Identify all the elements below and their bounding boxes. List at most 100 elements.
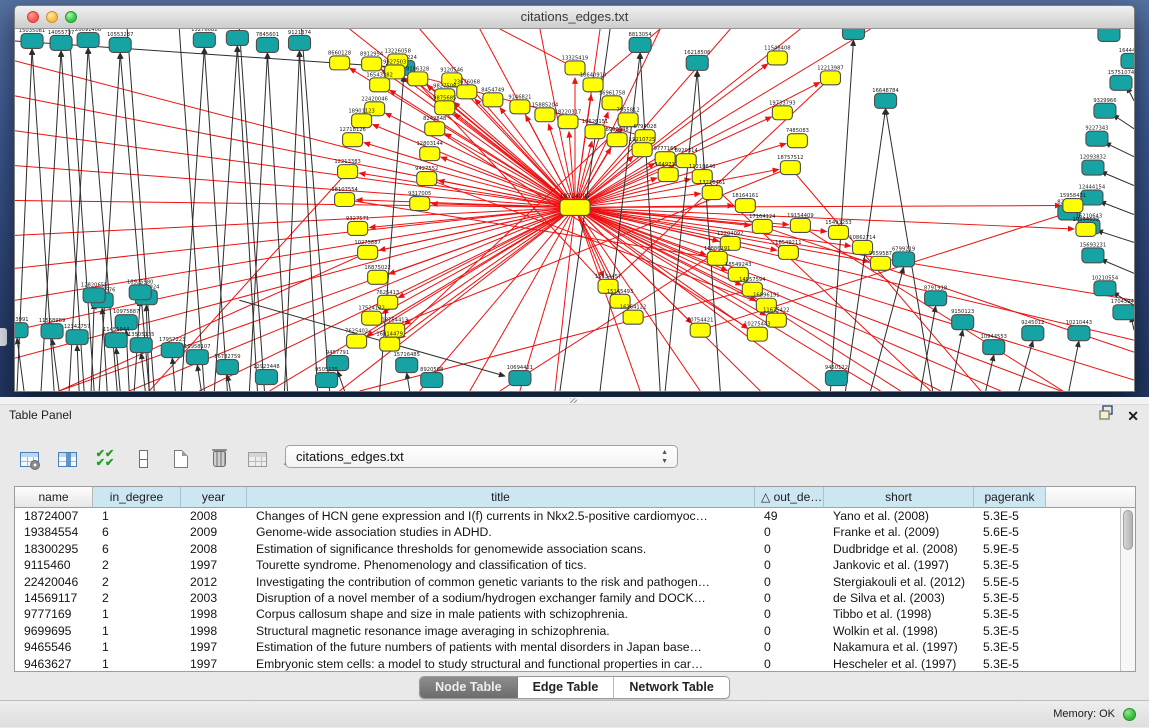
teal-node-9245012[interactable]: 9245012 [1021, 320, 1044, 340]
cell-title[interactable]: Estimation of significance thresholds fo… [247, 541, 755, 557]
yellow-node-18640910[interactable]: 18640910 [580, 72, 606, 91]
yellow-node-9427552[interactable]: 9427552 [415, 166, 438, 185]
cell-out_de[interactable]: 49 [755, 508, 824, 524]
table-row[interactable]: 969969511998Structural magnetic resonanc… [15, 623, 1120, 639]
teal-node-11451944[interactable]: 11451944 [103, 327, 130, 347]
teal-node-8813054[interactable]: 8813054 [629, 32, 653, 52]
cell-short[interactable]: Nakamura et al. (1997) [824, 639, 974, 655]
yellow-node-18549211[interactable]: 18549211 [775, 240, 801, 259]
table-row[interactable]: 977716911998Corpus callosum shape and si… [15, 606, 1120, 622]
yellow-node-18757512[interactable]: 18757512 [777, 155, 803, 174]
cell-out_de[interactable]: 0 [755, 623, 824, 639]
yellow-node-23676068[interactable]: 23676068 [454, 79, 480, 98]
teal-node-17957223[interactable]: 17957223 [159, 337, 185, 357]
yellow-node-16875022[interactable]: 16875022 [364, 265, 390, 284]
tab-edge-table[interactable]: Edge Table [518, 677, 615, 698]
cell-year[interactable]: 1997 [181, 557, 247, 573]
yellow-node-7485083[interactable]: 7485083 [786, 128, 809, 147]
column-header-year[interactable]: year [181, 487, 247, 508]
cell-out_de[interactable]: 0 [755, 590, 824, 606]
cell-name[interactable]: 9465546 [15, 639, 93, 655]
cell-name[interactable]: 9699695 [15, 623, 93, 639]
cell-pagerank[interactable]: 5.3E-5 [974, 508, 1046, 524]
cell-pagerank[interactable]: 5.5E-5 [974, 574, 1046, 590]
cell-out_de[interactable]: 0 [755, 541, 824, 557]
teal-node-15035081[interactable]: 15035081 [19, 29, 45, 48]
yellow-node-18626151[interactable]: 18626151 [582, 119, 608, 138]
cell-name[interactable]: 19384554 [15, 524, 93, 540]
cell-short[interactable]: Jankovic et al. (1997) [824, 557, 974, 573]
column-header-short[interactable]: short [824, 487, 974, 508]
cell-title[interactable]: Structural magnetic resonance image aver… [247, 623, 755, 639]
yellow-node-19210725[interactable]: 19210725 [629, 137, 655, 156]
cell-in_degree[interactable]: 1 [93, 656, 181, 671]
yellow-node-17164124[interactable]: 17164124 [749, 214, 776, 233]
yellow-node-13216461[interactable]: 13216461 [699, 180, 725, 199]
zoom-window-button[interactable] [65, 11, 77, 23]
teal-node-12654393[interactable]: 12654393 [840, 29, 866, 39]
cell-name[interactable]: 9115460 [15, 557, 93, 573]
cell-pagerank[interactable]: 5.3E-5 [974, 639, 1046, 655]
yellow-node-11548408[interactable]: 11548408 [764, 45, 790, 64]
yellow-node-10844622[interactable]: 10844622 [1073, 217, 1099, 236]
yellow-node-16543382[interactable]: 16543382 [366, 72, 392, 91]
column-header-in_degree[interactable]: in_degree [93, 487, 181, 508]
cell-out_de[interactable]: 0 [755, 606, 824, 622]
column-chooser-button[interactable] [54, 446, 80, 472]
teal-node-12820655[interactable]: 12820655 [81, 282, 107, 302]
select-all-button[interactable]: ✔✔✔✔ [92, 446, 118, 472]
cell-pagerank[interactable]: 5.3E-5 [974, 590, 1046, 606]
cell-short[interactable]: Tibbo et al. (1998) [824, 606, 974, 622]
yellow-node-18107554[interactable]: 18107554 [331, 187, 358, 206]
cell-in_degree[interactable]: 6 [93, 524, 181, 540]
cell-title[interactable]: Changes of HCN gene expression and I(f) … [247, 508, 755, 524]
teal-node-10553287[interactable]: 10553287 [107, 32, 133, 52]
table-row[interactable]: 1872400712008Changes of HCN gene express… [15, 508, 1120, 524]
tab-node-table[interactable]: Node Table [420, 677, 517, 698]
cell-name[interactable]: 9777169 [15, 606, 93, 622]
teal-node-10210443[interactable]: 10210443 [1066, 320, 1092, 340]
teal-node-9505135[interactable]: 9505135 [315, 367, 338, 387]
teal-node-14055737[interactable]: 14055737 [48, 30, 74, 50]
cell-title[interactable]: Estimation of the future numbers of pati… [247, 639, 755, 655]
cell-short[interactable]: Hescheler et al. (1997) [824, 656, 974, 671]
minimize-window-button[interactable] [46, 11, 58, 23]
cell-short[interactable]: Dudbridge et al. (2008) [824, 541, 974, 557]
cell-short[interactable]: Franke et al. (2009) [824, 524, 974, 540]
float-panel-icon[interactable] [1099, 405, 1115, 427]
cell-title[interactable]: Corpus callosum shape and size in male p… [247, 606, 755, 622]
cell-in_degree[interactable]: 1 [93, 508, 181, 524]
yellow-node-9659587[interactable]: 9659587 [869, 251, 892, 270]
teal-node-15276082[interactable]: 15276082 [191, 29, 217, 47]
yellow-node-9146821[interactable]: 9146821 [508, 94, 531, 113]
teal-node-12923448[interactable]: 12923448 [253, 364, 279, 384]
cell-in_degree[interactable]: 2 [93, 590, 181, 606]
hub-node-18724007[interactable]: 18724007 [560, 193, 591, 215]
cell-name[interactable]: 9463627 [15, 656, 93, 671]
memory-status-indicator[interactable] [1123, 708, 1136, 721]
teal-node-10210554[interactable]: 10210554 [1092, 275, 1119, 295]
network-window-titlebar[interactable]: citations_edges.txt [15, 6, 1134, 29]
yellow-node-12803144[interactable]: 12803144 [417, 141, 444, 160]
teal-node-17045944[interactable]: 17045944 [1111, 299, 1134, 319]
teal-node-9121374[interactable]: 9121374 [288, 30, 312, 50]
yellow-node-19154409[interactable]: 19154409 [787, 213, 813, 232]
yellow-node-10275443[interactable]: 10275443 [744, 322, 770, 341]
teal-node-10694421[interactable]: 10694421 [507, 365, 533, 385]
close-panel-icon[interactable]: ✕ [1127, 407, 1139, 425]
yellow-node-12718126[interactable]: 12718126 [339, 127, 365, 146]
cell-out_de[interactable]: 0 [755, 557, 824, 573]
cell-in_degree[interactable]: 6 [93, 541, 181, 557]
yellow-node-9327571[interactable]: 9327571 [346, 216, 369, 235]
cell-out_de[interactable]: 0 [755, 656, 824, 671]
create-column-button[interactable] [168, 446, 194, 472]
yellow-node-10754421[interactable]: 10754421 [687, 318, 713, 337]
cell-short[interactable]: Wolkin et al. (1998) [824, 623, 974, 639]
cell-in_degree[interactable]: 2 [93, 574, 181, 590]
teal-node-11568989[interactable]: 11568989 [39, 318, 65, 338]
yellow-node-12213383[interactable]: 12213383 [334, 159, 360, 178]
table-row[interactable]: 1830029562008Estimation of significance … [15, 541, 1120, 557]
cell-title[interactable]: Investigating the contribution of common… [247, 574, 755, 590]
yellow-node-16164122[interactable]: 16164122 [620, 305, 646, 324]
cell-short[interactable]: Stergiakouli et al. (2012) [824, 574, 974, 590]
